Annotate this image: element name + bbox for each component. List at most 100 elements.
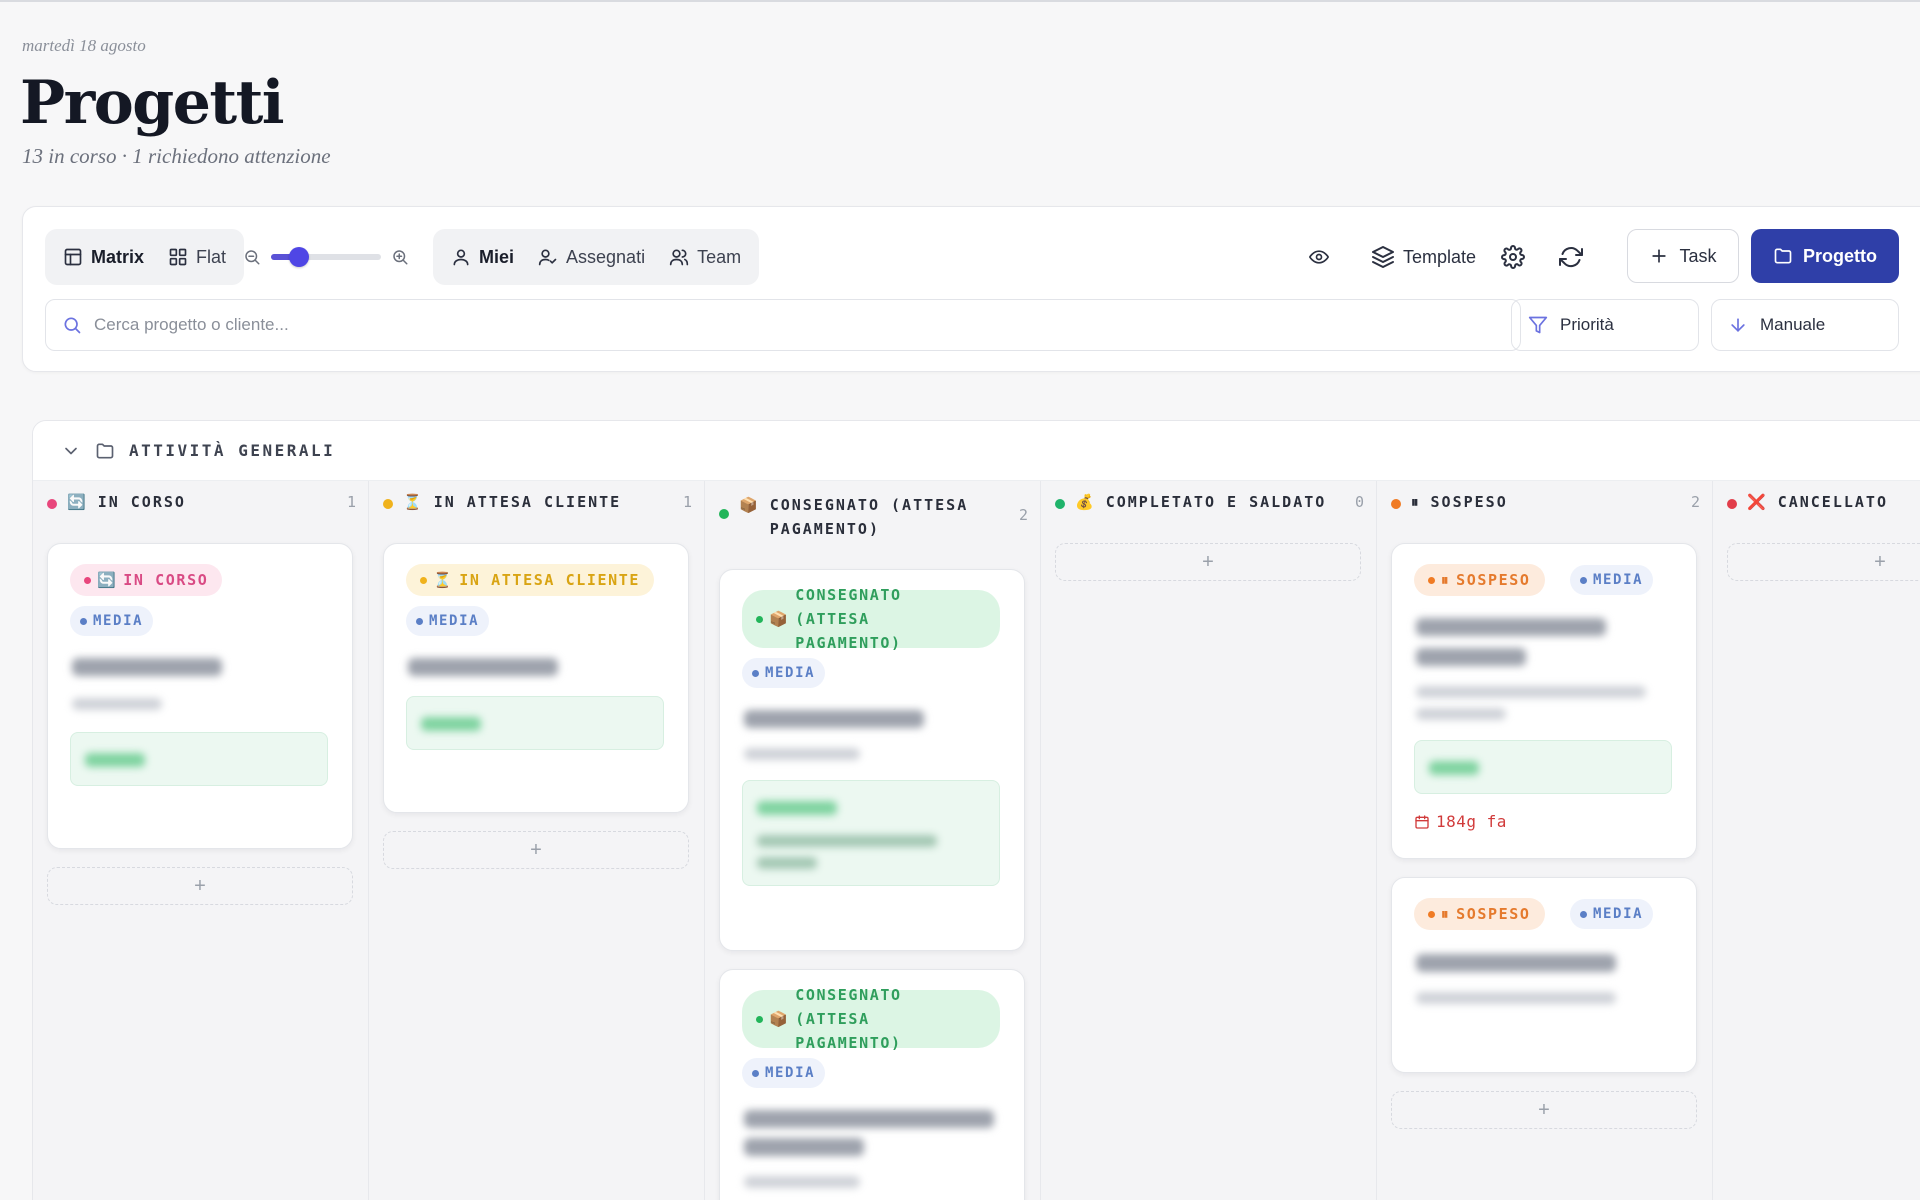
priority-badge-label: MEDIA [765,665,816,681]
status-dot [1727,499,1737,509]
priority-badge-label: MEDIA [765,1065,816,1081]
status-badge-icon: ⏳ [433,571,454,589]
status-badge: ⏳ IN ATTESA CLIENTE [406,564,655,596]
priority-badge-label: MEDIA [93,613,144,629]
status-badge-label: SOSPESO [1456,905,1531,923]
column-count: 0 [1354,493,1364,511]
column-count: 2 [1018,506,1028,524]
project-card[interactable]: ⏳ IN ATTESA CLIENTE MEDIA [383,543,689,813]
priority-badge: MEDIA [742,658,826,688]
zoom-control [243,229,409,285]
priority-badge: MEDIA [1570,899,1654,929]
column-in-attesa-cliente: ⏳ IN ATTESA CLIENTE 1 ⏳ IN ATTESA CLIENT… [369,481,705,1200]
eye-icon [1309,247,1329,267]
card-client-blurred-line2 [1416,708,1506,720]
column-header: ⏸ SOSPESO 2 [1377,493,1712,511]
status-dot [1055,499,1065,509]
group-title: ATTIVITÀ GENERALI [129,441,336,460]
sort-select[interactable]: Manuale [1711,299,1899,351]
priority-badge: MEDIA [1570,565,1654,595]
filter-team-button[interactable]: Team [657,235,753,279]
priority-badge-label: MEDIA [1593,572,1644,588]
column-header: 📦 CONSEGNATO (ATTESA PAGAMENTO) 2 [705,493,1040,541]
due-date-label: 184g fa [1436,812,1507,831]
status-badge-label: SOSPESO [1456,571,1531,589]
column-count: 1 [682,493,692,511]
view-flat-button[interactable]: Flat [156,235,238,279]
folder-icon [1773,246,1793,266]
card-title-blurred [72,658,222,676]
status-badge-icon: 📦 [769,610,790,628]
filter-team-label: Team [697,246,742,267]
add-task-label: Task [1679,245,1717,266]
zoom-slider-knob[interactable] [289,247,309,267]
refresh-button[interactable] [1559,229,1583,285]
add-project-button[interactable]: Progetto [1751,229,1899,283]
filter-mine-label: Miei [479,246,515,267]
visibility-button[interactable] [1309,229,1329,285]
card-title-blurred [744,710,924,728]
add-card-button[interactable]: + [383,831,689,869]
filter-assigned-label: Assegnati [566,246,646,267]
filter-mine-button[interactable]: Miei [439,235,526,279]
template-button[interactable]: Template [1371,229,1476,285]
search-input[interactable] [94,315,1504,335]
priority-filter-label: Priorità [1560,315,1614,334]
chevron-down-icon[interactable] [61,441,81,461]
priority-filter[interactable]: Priorità [1511,299,1699,351]
plus-icon [1649,246,1669,266]
zoom-in-icon[interactable] [391,248,409,266]
column-title: COMPLETATO E SALDATO [1105,493,1327,511]
project-card[interactable]: 📦 CONSEGNATO (ATTESA PAGAMENTO) MEDIA [719,969,1025,1200]
card-title-blurred [744,1110,994,1128]
filter-assigned-button[interactable]: Assegnati [526,235,657,279]
card-client-blurred [1416,686,1646,698]
status-badge: 🔄 IN CORSO [70,564,223,596]
page-subtitle: 13 in corso · 1 richiedono attenzione [22,144,331,168]
sort-select-label: Manuale [1760,315,1826,334]
filter-icon [1528,315,1548,335]
group-header[interactable]: ATTIVITÀ GENERALI [33,421,1920,481]
add-card-button[interactable]: + [1727,543,1920,581]
cross-icon: ❌ [1747,493,1768,511]
project-card[interactable]: 📦 CONSEGNATO (ATTESA PAGAMENTO) MEDIA [719,569,1025,951]
column-header: 🔄 IN CORSO 1 [33,493,368,511]
column-header: ⏳ IN ATTESA CLIENTE 1 [369,493,704,511]
settings-button[interactable] [1501,229,1525,285]
zoom-slider[interactable] [271,247,381,267]
add-card-button[interactable]: + [1391,1091,1697,1129]
card-client-blurred [744,748,860,760]
page-title: Progetti [20,68,285,138]
project-card[interactable]: 🔄 IN CORSO MEDIA [47,543,353,849]
user-check-icon [538,247,558,267]
refresh-icon [1559,245,1583,269]
add-card-button[interactable]: + [47,867,353,905]
card-client-blurred [744,1176,860,1188]
priority-badge: MEDIA [742,1058,826,1088]
status-badge-label: CONSEGNATO (ATTESA PAGAMENTO) [795,586,902,652]
column-count: 1 [346,493,356,511]
status-dot [383,499,393,509]
add-card-button[interactable]: + [1055,543,1361,581]
column-title: CONSEGNATO (ATTESA PAGAMENTO) [769,496,969,538]
calendar-icon [1414,814,1430,830]
add-task-button[interactable]: Task [1627,229,1739,283]
status-dot [47,499,57,509]
view-matrix-label: Matrix [91,246,145,267]
hourglass-icon: ⏳ [403,493,424,511]
project-card[interactable]: ⏸ SOSPESO MEDIA [1391,877,1697,1073]
column-in-corso: 🔄 IN CORSO 1 🔄 IN CORSO MEDIA + [33,481,369,1200]
status-badge-label: IN ATTESA CLIENTE [459,571,641,589]
card-budget-blurred [742,780,1000,886]
status-badge-label: CONSEGNATO (ATTESA PAGAMENTO) [795,986,902,1052]
status-dot [1391,499,1401,509]
card-budget-blurred [70,732,328,786]
zoom-out-icon[interactable] [243,248,261,266]
status-badge-label: IN CORSO [123,571,209,589]
folder-icon [95,441,115,461]
view-matrix-button[interactable]: Matrix [51,235,156,279]
status-badge-icon: ⏸ [1441,905,1451,923]
status-badge-icon: ⏸ [1441,571,1451,589]
layers-icon [1371,245,1395,269]
project-card[interactable]: ⏸ SOSPESO MEDIA 184g fa [1391,543,1697,859]
